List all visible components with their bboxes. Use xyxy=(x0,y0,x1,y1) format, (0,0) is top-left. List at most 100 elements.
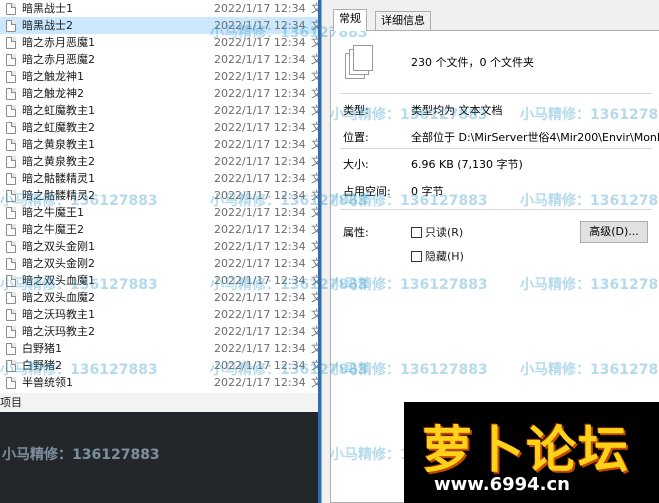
file-type: 文 xyxy=(311,87,318,100)
separator xyxy=(340,209,652,210)
file-list: 暗黑战士1 2022/1/17 12:34 文暗黑战士2 2022/1/17 12:3… xyxy=(0,0,318,391)
file-row[interactable]: 暗之牛魔王1 2022/1/17 12:34 文 xyxy=(0,204,318,221)
text-file-icon xyxy=(6,343,16,355)
file-row[interactable]: 暗之沃玛教主1 2022/1/17 12:34 文 xyxy=(0,306,318,323)
file-type: 文 xyxy=(311,121,318,134)
file-date: 2022/1/17 12:34 xyxy=(214,223,306,236)
file-type: 文 xyxy=(311,206,318,219)
file-name: 暗之虹魔教主2 xyxy=(22,121,95,134)
hidden-label[interactable]: 隐藏(H) xyxy=(425,250,464,264)
file-row[interactable]: 暗之赤月恶魔1 2022/1/17 12:34 文 xyxy=(0,34,318,51)
file-date: 2022/1/17 12:34 xyxy=(214,206,306,219)
hidden-checkbox[interactable] xyxy=(411,251,422,262)
file-row[interactable]: 白野猪2 2022/1/17 12:34 文 xyxy=(0,357,318,374)
file-row[interactable]: 暗之骷髅精灵2 2022/1/17 12:34 文 xyxy=(0,187,318,204)
file-row[interactable]: 暗之牛魔王2 2022/1/17 12:34 文 xyxy=(0,221,318,238)
file-type: 文 xyxy=(311,223,318,236)
text-file-icon xyxy=(6,156,16,168)
file-type: 文 xyxy=(311,53,318,66)
file-date: 2022/1/17 12:34 xyxy=(214,70,306,83)
file-name: 白野猪2 xyxy=(22,359,62,372)
file-type: 文 xyxy=(311,291,318,304)
attributes-label: 属性: xyxy=(343,226,369,239)
file-date: 2022/1/17 12:34 xyxy=(214,36,306,49)
text-file-icon xyxy=(6,360,16,372)
file-row[interactable]: 暗之双头金刚2 2022/1/17 12:34 文 xyxy=(0,255,318,272)
text-file-icon xyxy=(6,224,16,236)
status-text: 项目 xyxy=(0,396,22,409)
file-name: 白野猪1 xyxy=(22,342,62,355)
file-type: 文 xyxy=(311,104,318,117)
file-name: 暗之赤月恶魔2 xyxy=(22,53,95,66)
explorer-file-list-pane: 暗黑战士1 2022/1/17 12:34 文暗黑战士2 2022/1/17 12:3… xyxy=(0,0,318,412)
text-file-icon xyxy=(6,122,16,134)
file-date: 2022/1/17 12:34 xyxy=(214,308,306,321)
logo-title: 萝卜论坛 xyxy=(422,420,630,479)
file-row[interactable]: 暗之触龙神2 2022/1/17 12:34 文 xyxy=(0,85,318,102)
file-type: 文 xyxy=(311,240,318,253)
file-type: 文 xyxy=(311,189,318,202)
text-file-icon xyxy=(6,258,16,270)
file-row[interactable]: 暗之双头血魔1 2022/1/17 12:34 文 xyxy=(0,272,318,289)
type-value: 类型均为 文本文档 xyxy=(411,104,503,117)
location-label: 位置: xyxy=(343,131,369,144)
text-file-icon xyxy=(6,275,16,287)
file-name: 暗之骷髅精灵1 xyxy=(22,172,95,185)
file-row[interactable]: 暗之触龙神1 2022/1/17 12:34 文 xyxy=(0,68,318,85)
file-type: 文 xyxy=(311,376,318,389)
file-row[interactable]: 暗之双头血魔2 2022/1/17 12:34 文 xyxy=(0,289,318,306)
file-date: 2022/1/17 12:34 xyxy=(214,240,306,253)
text-file-icon xyxy=(6,241,16,253)
disk-size-label: 占用空间: xyxy=(343,185,391,198)
file-type: 文 xyxy=(311,19,318,32)
file-row[interactable]: 白野猪1 2022/1/17 12:34 文 xyxy=(0,340,318,357)
file-date: 2022/1/17 12:34 xyxy=(214,189,306,202)
file-row[interactable]: 暗之骷髅精灵1 2022/1/17 12:34 文 xyxy=(0,170,318,187)
text-file-icon xyxy=(6,326,16,338)
file-row[interactable]: 暗之黄泉教主1 2022/1/17 12:34 文 xyxy=(0,136,318,153)
type-label: 类型: xyxy=(343,104,369,117)
text-file-icon xyxy=(6,292,16,304)
readonly-checkbox[interactable] xyxy=(411,227,422,238)
file-row[interactable]: 暗黑战士2 2022/1/17 12:34 文 xyxy=(0,17,318,34)
file-date: 2022/1/17 12:34 xyxy=(214,121,306,134)
file-row[interactable]: 暗黑战士1 2022/1/17 12:34 文 xyxy=(0,0,318,17)
tab-general[interactable]: 常规 xyxy=(333,9,367,31)
multiple-files-icon xyxy=(345,45,375,79)
file-type: 文 xyxy=(311,359,318,372)
file-type: 文 xyxy=(311,36,318,49)
file-date: 2022/1/17 12:34 xyxy=(214,376,306,389)
file-name: 暗之沃玛教主2 xyxy=(22,325,95,338)
file-row[interactable]: 暗之沃玛教主2 2022/1/17 12:34 文 xyxy=(0,323,318,340)
file-date: 2022/1/17 12:34 xyxy=(214,19,306,32)
file-date: 2022/1/17 12:34 xyxy=(214,155,306,168)
file-row[interactable]: 半兽统领1 2022/1/17 12:34 文 xyxy=(0,374,318,391)
text-file-icon xyxy=(6,71,16,83)
file-type: 文 xyxy=(311,138,318,151)
file-row[interactable]: 暗之虹魔教主1 2022/1/17 12:34 文 xyxy=(0,102,318,119)
file-date: 2022/1/17 12:34 xyxy=(214,257,306,270)
file-row[interactable]: 暗之双头金刚1 2022/1/17 12:34 文 xyxy=(0,238,318,255)
size-value: 6.96 KB (7,130 字节) xyxy=(411,158,523,171)
file-row[interactable]: 暗之虹魔教主2 2022/1/17 12:34 文 xyxy=(0,119,318,136)
advanced-button[interactable]: 高级(D)... xyxy=(580,221,648,243)
file-name: 暗之双头血魔1 xyxy=(22,274,95,287)
file-name: 暗黑战士2 xyxy=(22,19,73,32)
file-type: 文 xyxy=(311,172,318,185)
file-name: 暗之触龙神1 xyxy=(22,70,84,83)
file-row[interactable]: 暗之赤月恶魔2 2022/1/17 12:34 文 xyxy=(0,51,318,68)
text-file-icon xyxy=(6,105,16,117)
tab-strip: 常规 详细信息 xyxy=(330,8,659,31)
tab-details[interactable]: 详细信息 xyxy=(375,11,431,31)
file-row[interactable]: 暗之黄泉教主2 2022/1/17 12:34 文 xyxy=(0,153,318,170)
file-type: 文 xyxy=(311,308,318,321)
readonly-label[interactable]: 只读(R) xyxy=(425,226,463,240)
file-type: 文 xyxy=(311,342,318,355)
file-name: 暗之触龙神2 xyxy=(22,87,84,100)
file-date: 2022/1/17 12:34 xyxy=(214,2,306,15)
file-type: 文 xyxy=(311,70,318,83)
separator xyxy=(340,93,652,94)
file-date: 2022/1/17 12:34 xyxy=(214,104,306,117)
file-type: 文 xyxy=(311,325,318,338)
file-date: 2022/1/17 12:34 xyxy=(214,359,306,372)
